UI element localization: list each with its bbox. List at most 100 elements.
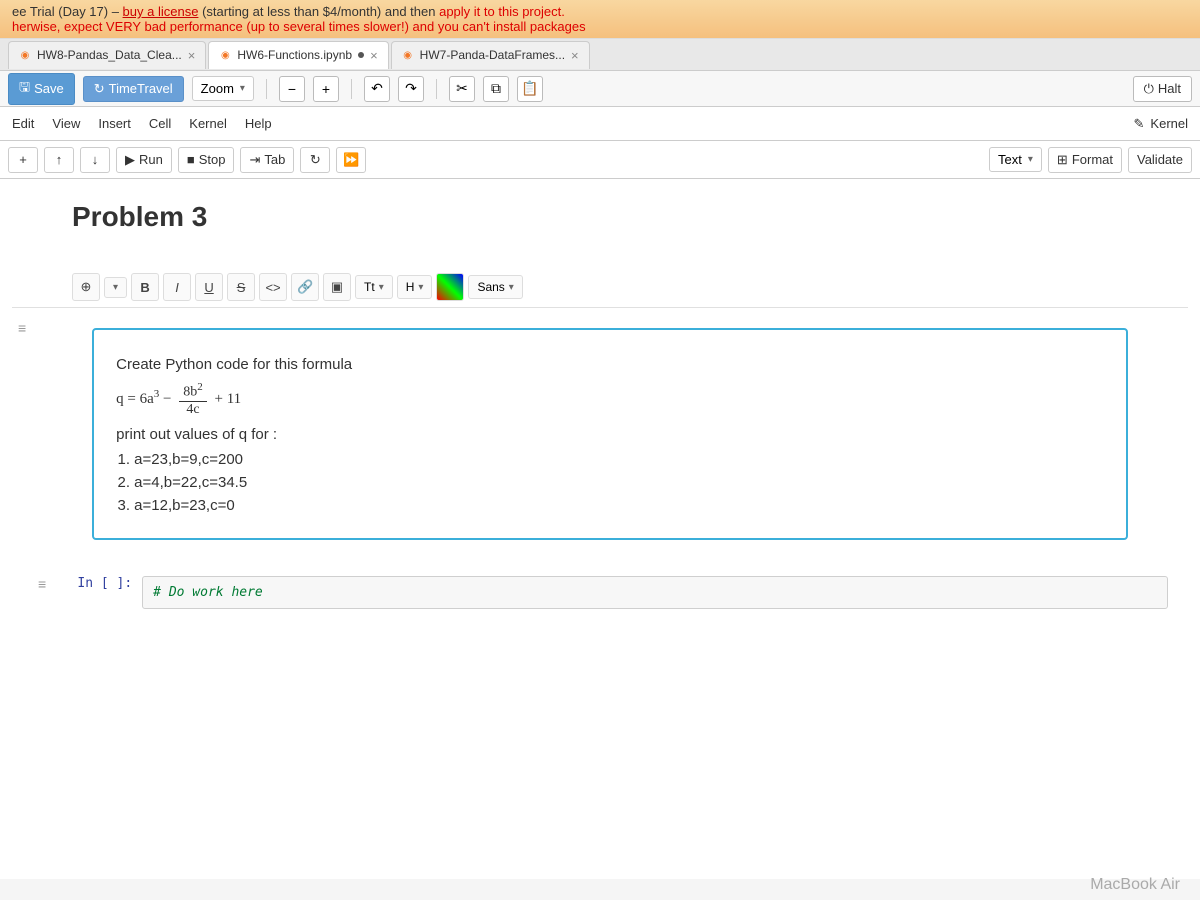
font-label: Sans	[477, 280, 504, 294]
cut-button[interactable]: ✂	[449, 76, 475, 102]
banner-apply-text: apply it to this project.	[439, 4, 565, 19]
add-button[interactable]: ⊕	[72, 273, 100, 301]
cell-type-dropdown[interactable]: Text ▾	[989, 147, 1042, 172]
paste-button[interactable]: 📋	[517, 76, 543, 102]
save-icon: 🖫	[19, 78, 30, 100]
tab-label: HW8-Pandas_Data_Clea...	[37, 48, 182, 62]
code-cell[interactable]: ≡ In [ ]: # Do work here	[20, 568, 1180, 617]
frac-num: 8b	[183, 385, 197, 400]
tab-hw8[interactable]: ◉ HW8-Pandas_Data_Clea... ×	[8, 41, 206, 69]
frac-den: 4c	[179, 402, 207, 418]
cell-prompt: In [ ]:	[52, 576, 142, 609]
separator	[436, 79, 437, 99]
plus-button[interactable]: +	[313, 76, 339, 102]
move-up-button[interactable]: ↑	[44, 147, 74, 173]
menu-kernel[interactable]: Kernel	[189, 116, 227, 131]
drag-handle-icon[interactable]: ≡	[32, 576, 52, 609]
menu-insert[interactable]: Insert	[98, 116, 131, 131]
timetravel-label: TimeTravel	[109, 81, 173, 96]
menu-edit[interactable]: Edit	[12, 116, 34, 131]
minus-button[interactable]: −	[279, 76, 305, 102]
banner-line2-prefix: herwise, expect VERY bad performance (up…	[12, 19, 438, 34]
italic-button[interactable]: I	[163, 273, 191, 301]
main-toolbar: 🖫 Save ↻ TimeTravel Zoom ▾ − + ↶ ↷ ✂ ⧉ 📋…	[0, 71, 1200, 107]
tt-label: Tt	[364, 280, 375, 294]
text-style-dropdown[interactable]: Tt ▾	[355, 275, 393, 299]
cell-type-label: Text	[998, 152, 1022, 167]
unsaved-dot-icon	[358, 52, 364, 58]
formula-minus: −	[159, 391, 175, 407]
menu-cell[interactable]: Cell	[149, 116, 171, 131]
tab-hw6[interactable]: ◉ HW6-Functions.ipynb ×	[208, 41, 388, 69]
color-button[interactable]	[436, 273, 464, 301]
copy-button[interactable]: ⧉	[483, 76, 509, 102]
license-banner: ee Trial (Day 17) – buy a license (start…	[0, 0, 1200, 39]
tab-button[interactable]: ⇥ Tab	[240, 147, 294, 173]
problem-statement[interactable]: Create Python code for this formula q = …	[92, 328, 1128, 540]
separator	[266, 79, 267, 99]
heading-dropdown[interactable]: H ▾	[397, 275, 433, 299]
rich-text-toolbar: ⊕ ▾ B I U S <> 🔗 ▣ Tt ▾ H ▾ Sans ▾	[12, 267, 1188, 308]
drag-handle-icon[interactable]: ≡	[12, 320, 32, 336]
tab-label: HW6-Functions.ipynb	[237, 48, 352, 62]
restart-button[interactable]: ↻	[300, 147, 330, 173]
code-button[interactable]: <>	[259, 273, 287, 301]
buy-license-link[interactable]: buy a license	[123, 4, 199, 19]
tab-icon: ⇥	[249, 152, 260, 168]
notebook-toolbar: + ↑ ↓ ▶ Run ■ Stop ⇥ Tab ↻ ⏩ Text ▾ ⊞ Fo…	[0, 141, 1200, 179]
validate-label: Validate	[1137, 152, 1183, 167]
bold-button[interactable]: B	[131, 273, 159, 301]
zoom-dropdown[interactable]: Zoom ▾	[192, 76, 254, 101]
redo-button[interactable]: ↷	[398, 76, 424, 102]
tab-label: Tab	[264, 152, 285, 167]
run-button[interactable]: ▶ Run	[116, 147, 172, 173]
halt-button[interactable]: ⏻ Halt	[1133, 76, 1192, 102]
timetravel-button[interactable]: ↻ TimeTravel	[83, 76, 184, 102]
move-down-button[interactable]: ↓	[80, 147, 110, 173]
restart-run-button[interactable]: ⏩	[336, 147, 366, 173]
underline-button[interactable]: U	[195, 273, 223, 301]
run-label: Run	[139, 152, 163, 167]
chevron-down-icon: ▾	[379, 282, 384, 293]
problem-line2: print out values of q for :	[116, 426, 1104, 443]
formula-plus: + 11	[215, 391, 242, 407]
image-button[interactable]: ▣	[323, 273, 351, 301]
clock-icon: ↻	[94, 81, 105, 97]
chevron-down-icon: ▾	[418, 282, 423, 293]
code-input[interactable]: # Do work here	[142, 576, 1168, 609]
add-cell-button[interactable]: +	[8, 147, 38, 173]
tab-hw7[interactable]: ◉ HW7-Panda-DataFrames... ×	[391, 41, 590, 69]
close-icon[interactable]: ×	[188, 48, 196, 63]
save-button[interactable]: 🖫 Save	[8, 73, 75, 105]
link-button[interactable]: 🔗	[291, 273, 319, 301]
markdown-cell-title[interactable]: Problem 3	[12, 191, 1188, 251]
menu-bar: Edit View Insert Cell Kernel Help ✎ Kern…	[0, 107, 1200, 141]
kernel-indicator[interactable]: ✎ Kernel	[1134, 116, 1188, 132]
list-item: a=23,b=9,c=200	[134, 451, 1104, 468]
menu-view[interactable]: View	[52, 116, 80, 131]
problem-line1: Create Python code for this formula	[116, 356, 1104, 373]
menu-help[interactable]: Help	[245, 116, 272, 131]
notebook-cells: Problem 3 ⊕ ▾ B I U S <> 🔗 ▣ Tt ▾ H ▾ Sa…	[0, 179, 1200, 879]
chevron-down-icon: ▾	[240, 83, 245, 94]
stop-icon: ■	[187, 152, 195, 167]
validate-button[interactable]: Validate	[1128, 147, 1192, 173]
tab-label: HW7-Panda-DataFrames...	[420, 48, 565, 62]
format-icon: ⊞	[1057, 152, 1068, 168]
close-icon[interactable]: ×	[571, 48, 579, 63]
format-button[interactable]: ⊞ Format	[1048, 147, 1122, 173]
strike-button[interactable]: S	[227, 273, 255, 301]
stop-label: Stop	[199, 152, 226, 167]
kernel-label: Kernel	[1150, 116, 1188, 131]
style-dropdown[interactable]: ▾	[104, 277, 127, 298]
close-icon[interactable]: ×	[370, 48, 378, 63]
undo-button[interactable]: ↶	[364, 76, 390, 102]
font-dropdown[interactable]: Sans ▾	[468, 275, 522, 299]
halt-label: Halt	[1158, 81, 1181, 96]
jupyter-icon: ◉	[219, 49, 231, 61]
banner-text-mid: (starting at less than $4/month) and the…	[202, 4, 439, 19]
file-tabs: ◉ HW8-Pandas_Data_Clea... × ◉ HW6-Functi…	[0, 39, 1200, 71]
stop-button[interactable]: ■ Stop	[178, 147, 235, 173]
problem-heading: Problem 3	[72, 201, 1128, 233]
banner-line2-suffix: you can't install packages	[438, 19, 586, 34]
